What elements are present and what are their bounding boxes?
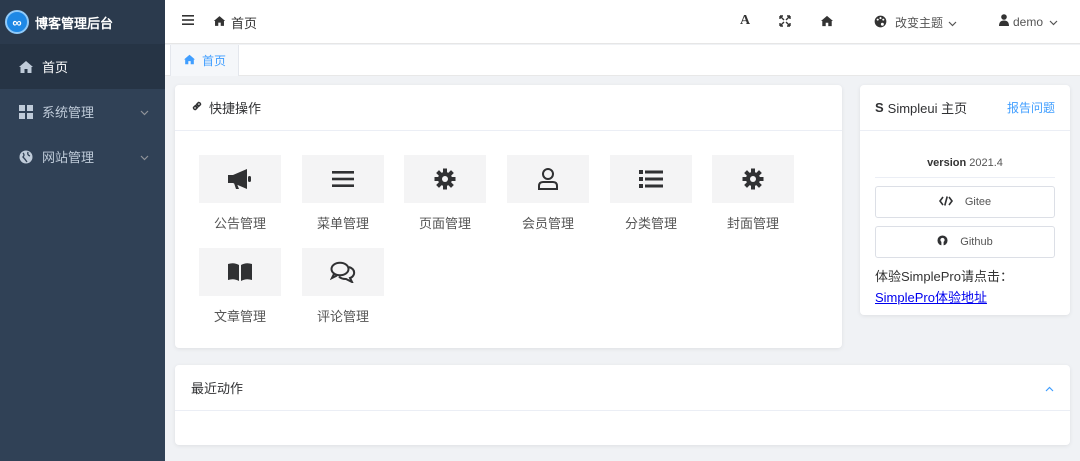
hamburger-icon[interactable] — [182, 14, 194, 29]
quick-item-categories[interactable]: 分类管理 — [610, 155, 692, 232]
tab-bar: 首页 — [165, 45, 1080, 76]
menu-bars-icon — [302, 155, 384, 203]
theme-label: 改变主题 — [895, 16, 944, 30]
quick-item-label: 会员管理 — [521, 216, 574, 231]
gear-icon — [712, 155, 794, 203]
quick-item-label: 菜单管理 — [316, 216, 369, 231]
sidebar-item-label: 系统管理 — [42, 105, 95, 120]
quick-actions-card: 快捷操作 公告管理 菜单管理 页面管理 会员管理 分类管理 封面管理 文章管理 … — [175, 85, 842, 348]
tab-home[interactable]: 首页 — [170, 45, 240, 76]
grid-icon — [18, 104, 34, 120]
theme-dropdown[interactable]: 改变主题 — [874, 14, 965, 31]
simpleui-logo: S — [875, 100, 884, 115]
logo[interactable]: ∞ 博客管理后台 — [0, 0, 165, 44]
gear-icon — [404, 155, 486, 203]
version-value: 2021.4 — [969, 157, 1003, 169]
gitee-button[interactable]: Gitee — [875, 186, 1055, 218]
quick-item-label: 封面管理 — [726, 216, 779, 231]
top-header: 首页 A 改变主题 demo — [165, 0, 1080, 44]
breadcrumb[interactable]: 首页 — [213, 13, 257, 32]
quick-item-label: 评论管理 — [316, 309, 369, 324]
sidebar-item-system[interactable]: 系统管理 — [0, 89, 165, 134]
megaphone-icon — [199, 155, 281, 203]
github-label: Github — [960, 236, 993, 248]
github-icon — [937, 235, 960, 249]
chevron-down-icon — [1049, 15, 1058, 29]
simpleui-home-card: S Simpleui 主页 报告问题 version 2021.4 Gitee … — [860, 85, 1070, 315]
sidebar: ∞ 博客管理后台 首页 系统管理 网站管理 — [0, 0, 165, 461]
fullscreen-icon[interactable] — [779, 15, 791, 27]
user-icon — [507, 155, 589, 203]
quick-item-covers[interactable]: 封面管理 — [712, 155, 794, 232]
globe-icon — [18, 149, 34, 165]
logo-icon: ∞ — [5, 10, 29, 34]
github-button[interactable]: Github — [875, 226, 1055, 258]
simpleui-home-title: S Simpleui 主页 — [875, 98, 967, 117]
simplepro-text: 体验SimplePro请点击： — [875, 269, 1013, 284]
simpleui-title-text: Simpleui 主页 — [887, 101, 968, 116]
quick-item-pages[interactable]: 页面管理 — [404, 155, 486, 232]
breadcrumb-label: 首页 — [231, 16, 258, 31]
simpleui-home-header: S Simpleui 主页 报告问题 — [860, 85, 1070, 131]
quick-item-label: 分类管理 — [624, 216, 677, 231]
home-icon — [18, 59, 34, 75]
chevron-down-icon — [948, 16, 965, 30]
quick-actions-header: 快捷操作 — [175, 85, 842, 131]
comments-icon — [302, 248, 384, 296]
recent-actions-title: 最近动作 — [191, 381, 244, 396]
code-icon — [938, 195, 965, 209]
report-issue-link[interactable]: 报告问题 — [1007, 99, 1055, 116]
sidebar-item-website[interactable]: 网站管理 — [0, 134, 165, 179]
font-size-icon[interactable]: A — [740, 13, 750, 29]
quick-item-articles[interactable]: 文章管理 — [199, 248, 281, 325]
quick-item-label: 文章管理 — [213, 309, 266, 324]
version-info: version 2021.4 — [875, 157, 1055, 178]
recent-actions-card: 最近动作 — [175, 365, 1070, 445]
gitee-label: Gitee — [964, 196, 992, 208]
user-dropdown[interactable]: demo — [999, 14, 1058, 29]
tab-label: 首页 — [202, 54, 227, 68]
chevron-up-icon[interactable] — [1045, 380, 1054, 395]
home-icon — [213, 15, 231, 30]
version-label: version — [927, 157, 967, 169]
chevron-down-icon — [140, 149, 149, 164]
user-icon — [999, 14, 1009, 29]
quick-item-menus[interactable]: 菜单管理 — [302, 155, 384, 232]
quick-item-announcements[interactable]: 公告管理 — [199, 155, 281, 232]
quick-item-label: 公告管理 — [213, 216, 266, 231]
sidebar-item-home[interactable]: 首页 — [0, 44, 165, 89]
book-icon — [199, 248, 281, 296]
simplepro-promo: 体验SimplePro请点击： SimplePro体验地址 — [875, 266, 1013, 306]
user-label: demo — [1013, 14, 1044, 29]
quick-actions-title: 快捷操作 — [209, 101, 262, 116]
palette-icon — [874, 15, 895, 31]
app-title: 博客管理后台 — [35, 15, 114, 31]
sidebar-item-label: 首页 — [42, 60, 69, 75]
quick-item-label: 页面管理 — [418, 216, 471, 231]
list-icon — [610, 155, 692, 203]
sidebar-item-label: 网站管理 — [42, 150, 95, 165]
recent-actions-header[interactable]: 最近动作 — [175, 365, 1070, 411]
simplepro-link[interactable]: SimplePro体验地址 — [875, 287, 1013, 306]
quick-item-comments[interactable]: 评论管理 — [302, 248, 384, 325]
link-icon — [191, 100, 209, 115]
home-icon — [183, 54, 202, 68]
home-icon[interactable] — [820, 15, 834, 27]
chevron-down-icon — [140, 104, 149, 119]
quick-item-members[interactable]: 会员管理 — [507, 155, 589, 232]
